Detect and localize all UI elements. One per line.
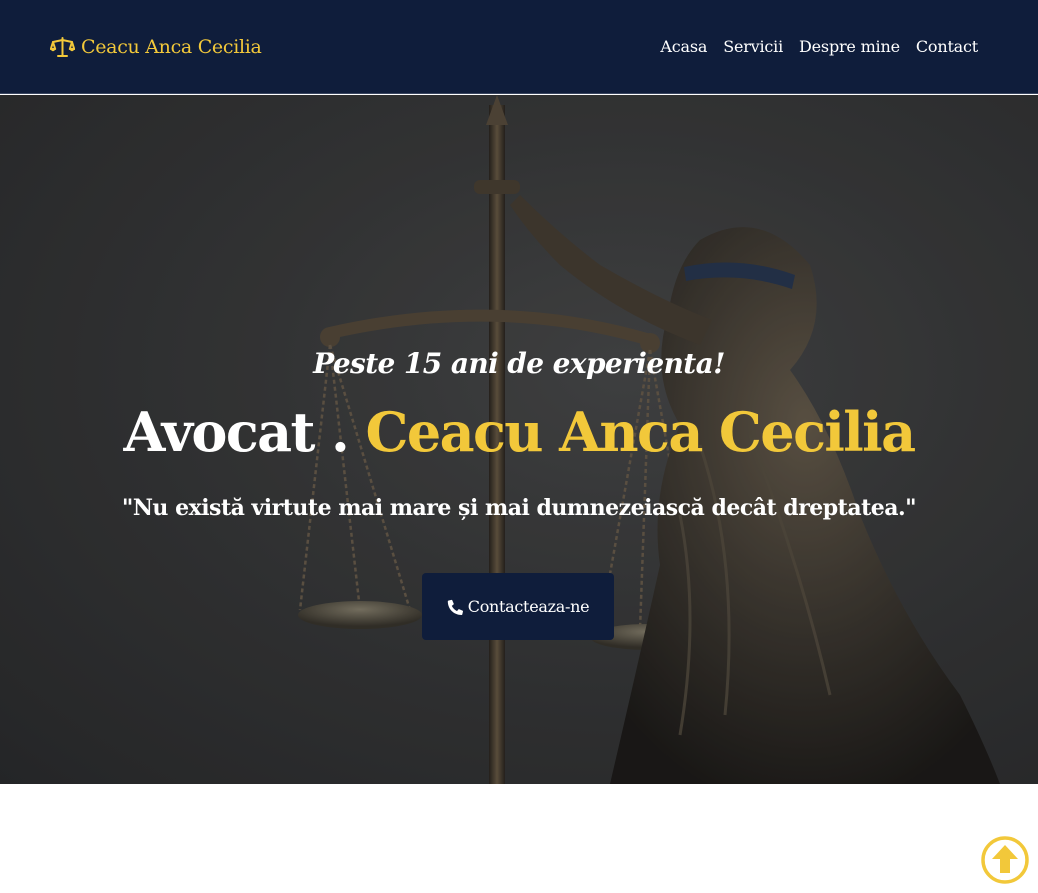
headline-name: Ceacu Anca Cecilia [365, 400, 916, 464]
nav-link-contact[interactable]: Contact [916, 37, 978, 56]
scale-balance-icon [50, 36, 75, 57]
hero-content: Peste 15 ani de experienta! Avocat . Cea… [0, 95, 1038, 784]
phone-icon [447, 599, 463, 615]
navbar: Ceacu Anca Cecilia Acasa Servicii Despre… [0, 0, 1038, 94]
hero-quote: "Nu există virtute mai mare și mai dumne… [121, 495, 917, 521]
contact-cta-label: Contacteaza-ne [467, 597, 590, 616]
hero-tagline: Peste 15 ani de experienta! [313, 347, 725, 380]
arrow-up-circle-icon [981, 836, 1029, 884]
nav-link-acasa[interactable]: Acasa [660, 37, 707, 56]
headline-prefix: Avocat . [123, 400, 350, 464]
hero-section: Peste 15 ani de experienta! Avocat . Cea… [0, 95, 1038, 784]
contact-cta-button[interactable]: Contacteaza-ne [422, 573, 614, 640]
main-nav: Acasa Servicii Despre mine Contact [660, 37, 978, 56]
brand-name: Ceacu Anca Cecilia [81, 35, 262, 58]
scroll-to-top-button[interactable] [981, 836, 1029, 884]
nav-link-despre-mine[interactable]: Despre mine [799, 37, 900, 56]
hero-headline: Avocat . Ceacu Anca Cecilia [0, 400, 1038, 464]
nav-link-servicii[interactable]: Servicii [723, 37, 783, 56]
brand-link[interactable]: Ceacu Anca Cecilia [50, 36, 262, 58]
